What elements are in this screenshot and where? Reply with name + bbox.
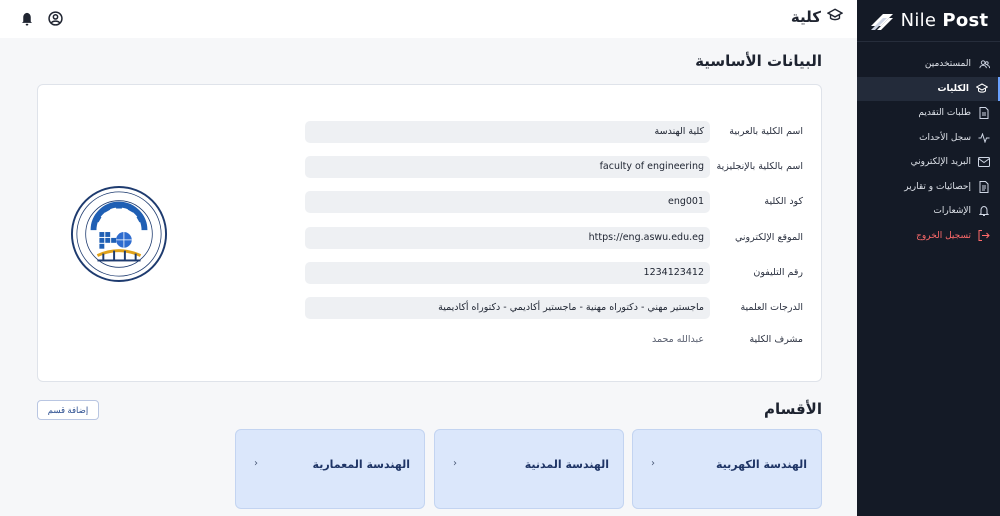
chevron-right-icon: ›	[254, 458, 258, 469]
top-actions	[20, 11, 63, 30]
field-label-phone: رقم التليفون	[753, 267, 803, 278]
add-department-button[interactable]: إضافة قسم	[37, 400, 99, 420]
bell-icon	[978, 205, 990, 217]
basic-info-card: اسم الكلية بالعربية كلية الهندسة اسم بال…	[37, 84, 822, 382]
field-label-faculty-code: كود الكلية	[764, 196, 803, 207]
sidebar-nav: المستخدمين الكليات طلبات التقديم سجل الأ…	[857, 52, 1000, 248]
sidebar-item-label: المستخدمين	[924, 59, 971, 69]
field-value-website: https://eng.aswu.edu.eg	[305, 227, 710, 249]
notifications-bell-icon[interactable]	[20, 11, 34, 30]
sidebar-item-users[interactable]: المستخدمين	[857, 52, 1000, 76]
sidebar-item-label: طلبات التقديم	[918, 108, 971, 118]
field-value-supervisor: عبدالله محمد	[651, 334, 704, 345]
department-name: الهندسة الكهربية	[715, 458, 807, 471]
page-title-text: كلية	[790, 8, 821, 26]
sidebar-item-label: البريد الإلكتروني	[910, 157, 971, 167]
field-value-english-name: faculty of engineering	[305, 156, 710, 178]
nile-post-logo-icon	[870, 13, 893, 30]
sidebar-item-faculties[interactable]: الكليات	[857, 76, 1000, 101]
sidebar-item-label: الكليات	[937, 83, 969, 94]
graduation-cap-icon	[826, 8, 844, 26]
brand-logo[interactable]: Nile Post	[857, 0, 1000, 42]
sidebar-item-logout[interactable]: تسجيل الخروج	[857, 224, 1000, 248]
departments-title: الأقسام	[763, 400, 822, 418]
sidebar-item-label: الإشعارات	[933, 206, 971, 216]
department-card[interactable]: الهندسة المدنية ›	[434, 429, 624, 509]
sidebar: Nile Post المستخدمين الكليات طلبات التقد…	[857, 0, 1000, 516]
sidebar-item-activity-log[interactable]: سجل الأحداث	[857, 126, 1000, 150]
department-card[interactable]: الهندسة المعمارية ›	[235, 429, 425, 509]
top-bar: كلية	[0, 0, 857, 38]
sidebar-item-applications[interactable]: طلبات التقديم	[857, 101, 1000, 125]
page-title: كلية	[790, 8, 844, 26]
logout-icon	[978, 230, 990, 242]
sidebar-item-email[interactable]: البريد الإلكتروني	[857, 150, 1000, 174]
activity-icon	[978, 132, 990, 144]
faculty-seal-logo	[70, 185, 168, 283]
field-value-degrees: ماجستير مهني - دكتوراه مهنية - ماجستير أ…	[305, 297, 710, 319]
sidebar-item-label: سجل الأحداث	[919, 132, 971, 143]
field-label-degrees: الدرجات العلمية	[740, 302, 803, 313]
sidebar-item-label: تسجيل الخروج	[916, 230, 971, 241]
field-value-faculty-code: eng001	[305, 191, 710, 213]
document-icon	[978, 107, 990, 119]
field-label-arabic-name: اسم الكلية بالعربية	[729, 126, 803, 137]
sidebar-item-label: إحصائيات و تقارير	[904, 181, 971, 192]
graduation-cap-icon	[976, 83, 988, 95]
field-label-website: الموقع الإلكتروني	[734, 232, 803, 243]
basic-info-title: البيانات الأساسية	[695, 52, 822, 70]
mail-icon	[978, 156, 990, 168]
sidebar-item-reports[interactable]: إحصائيات و تقارير	[857, 175, 1000, 199]
brand-name: Nile Post	[900, 10, 989, 31]
department-card[interactable]: الهندسة الكهربية ›	[632, 429, 822, 509]
field-label-english-name: اسم بالكلية بالإنجليزية	[716, 161, 803, 172]
field-label-supervisor: مشرف الكلية	[749, 334, 803, 345]
user-profile-icon[interactable]	[48, 11, 63, 30]
sidebar-item-notifications[interactable]: الإشعارات	[857, 199, 1000, 223]
report-icon	[978, 180, 990, 193]
chevron-right-icon: ›	[453, 458, 457, 469]
field-value-phone: 1234123412	[305, 262, 710, 284]
chevron-right-icon: ›	[651, 458, 655, 469]
users-icon	[978, 58, 990, 70]
department-name: الهندسة المعمارية	[312, 458, 410, 471]
field-value-arabic-name: كلية الهندسة	[305, 121, 710, 143]
department-name: الهندسة المدنية	[524, 458, 609, 471]
